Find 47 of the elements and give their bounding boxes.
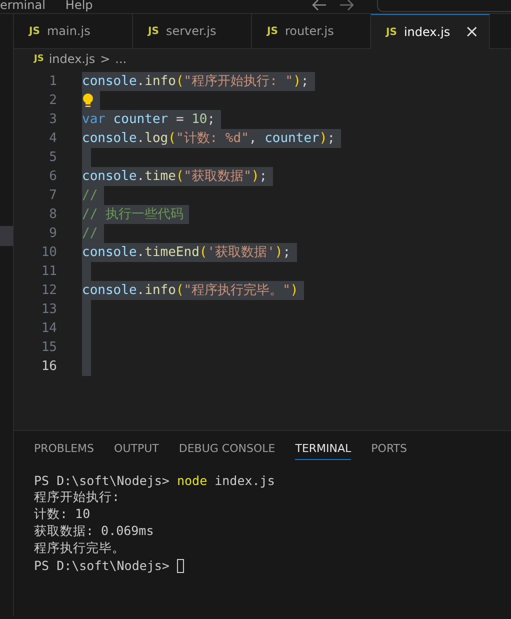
line-number: 4 [48, 131, 57, 146]
line-number: 15 [40, 340, 57, 355]
panel-tab[interactable]: DEBUG CONSOLE [178, 436, 276, 460]
breadcrumb-item[interactable]: index.js [48, 52, 96, 66]
panel-tab[interactable]: PORTS [371, 436, 407, 460]
editor-tab[interactable]: JS router.js [252, 14, 371, 49]
line-number: 9 [48, 226, 57, 241]
editor-tab[interactable]: JS main.js [14, 14, 133, 49]
line-number: 7 [48, 188, 57, 203]
panel-tab[interactable]: PROBLEMS [34, 436, 94, 460]
line-number: 8 [48, 207, 57, 222]
close-icon[interactable]: × [464, 22, 479, 42]
js-file-icon: JS [29, 26, 40, 36]
line-number: 3 [48, 112, 57, 127]
terminal-line: 获取数据: 0.069ms [34, 523, 154, 540]
line-number: 6 [48, 169, 57, 184]
breadcrumb-item[interactable]: ... [115, 52, 127, 66]
panel-tab[interactable]: OUTPUT [114, 436, 159, 460]
line-number: 1 [48, 74, 57, 89]
editor-tab[interactable]: JS index.js × [371, 14, 490, 49]
line-number: 12 [40, 283, 57, 298]
line-number: 10 [40, 245, 57, 260]
js-file-icon: JS [148, 26, 159, 36]
lightbulb-icon[interactable] [82, 93, 94, 108]
js-file-icon: JS [386, 26, 397, 38]
terminal-line: 计数: 10 [34, 506, 90, 523]
line-number: 2 [48, 93, 57, 108]
line-number: 14 [40, 321, 57, 336]
panel-tab[interactable]: TERMINAL [295, 436, 352, 460]
js-file-icon: JS [34, 54, 44, 64]
terminal-line: 程序开始执行: [34, 489, 120, 506]
tab-label: router.js [284, 24, 334, 38]
terminal-line: PS D:\soft\Nodejs> [34, 558, 170, 573]
line-number: 13 [40, 302, 57, 317]
back-arrow-icon[interactable] [311, 0, 327, 10]
terminal-line: 程序执行完毕。 [34, 540, 125, 557]
terminal-line: PS D:\soft\Nodejs> node index.js [34, 473, 275, 488]
tab-label: index.js [404, 25, 450, 39]
tab-label: server.js [166, 24, 216, 38]
tab-label: main.js [46, 24, 90, 38]
line-number: 16 [40, 359, 57, 374]
forward-arrow-icon[interactable] [339, 0, 355, 10]
js-file-icon: JS [267, 26, 278, 36]
line-number: 11 [40, 264, 57, 279]
editor-tab[interactable]: JS server.js [133, 14, 252, 49]
line-number: 5 [48, 150, 57, 165]
breadcrumb-separator: > [100, 52, 110, 66]
